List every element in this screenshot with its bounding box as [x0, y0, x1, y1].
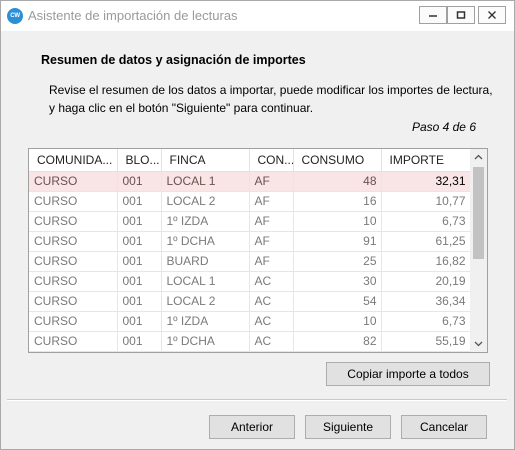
- data-table: COMUNIDA... BLO... FINCA CON... CONSUMO …: [29, 149, 471, 352]
- table-cell: LOCAL 1: [161, 271, 250, 292]
- table-cell: CURSO: [29, 211, 118, 232]
- table-row[interactable]: CURSO 001 LOCAL 2 AF 16 10,77: [29, 191, 471, 212]
- table-row[interactable]: CURSO 001 1º IZDA AC 10 6,73: [29, 311, 471, 332]
- maximize-icon: [456, 11, 466, 19]
- table-cell: AF: [249, 211, 294, 232]
- table-cell[interactable]: 55,19: [381, 331, 471, 352]
- table-cell: 10: [293, 211, 382, 232]
- table-cell: CURSO: [29, 191, 118, 212]
- column-header[interactable]: BLO...: [117, 149, 162, 172]
- table-cell: 1º IZDA: [161, 211, 250, 232]
- table-cell[interactable]: 36,34: [381, 291, 471, 312]
- table-cell: BUARD: [161, 251, 250, 272]
- scrollbar-thumb[interactable]: [473, 167, 484, 259]
- step-indicator: Paso 4 de 6: [411, 120, 476, 134]
- window-title: Asistente de importación de lecturas: [28, 8, 238, 23]
- table-cell: LOCAL 1: [161, 171, 250, 192]
- table-cell: 001: [117, 171, 162, 192]
- previous-button[interactable]: Anterior: [209, 415, 295, 439]
- table-cell: 001: [117, 191, 162, 212]
- table-cell: CURSO: [29, 231, 118, 252]
- table-cell[interactable]: 6,73: [381, 311, 471, 332]
- table-cell: 82: [293, 331, 382, 352]
- table-cell[interactable]: 61,25: [381, 231, 471, 252]
- table-cell: 54: [293, 291, 382, 312]
- minimize-icon: [429, 15, 437, 17]
- table-cell: CURSO: [29, 291, 118, 312]
- table-cell: LOCAL 2: [161, 291, 250, 312]
- table-cell: AF: [249, 191, 294, 212]
- next-button[interactable]: Siguiente: [305, 415, 391, 439]
- table-cell: AC: [249, 311, 294, 332]
- table-cell: 1º DCHA: [161, 231, 250, 252]
- table-cell: AC: [249, 271, 294, 292]
- table-cell: AC: [249, 291, 294, 312]
- table-cell[interactable]: 6,73: [381, 211, 471, 232]
- table-cell: 48: [293, 171, 382, 192]
- data-grid[interactable]: COMUNIDA... BLO... FINCA CON... CONSUMO …: [28, 148, 488, 353]
- table-row[interactable]: CURSO 001 LOCAL 1 AC 30 20,19: [29, 271, 471, 292]
- column-header[interactable]: IMPORTE: [381, 149, 471, 172]
- divider-highlight: [7, 400, 507, 401]
- close-button[interactable]: [478, 6, 506, 24]
- table-cell: 91: [293, 231, 382, 252]
- table-cell: 10: [293, 311, 382, 332]
- scroll-up-icon[interactable]: [474, 154, 483, 160]
- table-cell: 001: [117, 311, 162, 332]
- table-cell: 001: [117, 211, 162, 232]
- table-cell: CURSO: [29, 311, 118, 332]
- table-cell: AF: [249, 231, 294, 252]
- app-logo-icon: CW: [7, 8, 23, 24]
- table-row[interactable]: CURSO 001 LOCAL 2 AC 54 36,34: [29, 291, 471, 312]
- column-header[interactable]: CONSUMO: [293, 149, 382, 172]
- table-row[interactable]: CURSO 001 1º IZDA AF 10 6,73: [29, 211, 471, 232]
- close-icon: [488, 11, 496, 19]
- column-header[interactable]: COMUNIDA...: [29, 149, 118, 172]
- table-cell: CURSO: [29, 171, 118, 192]
- copy-amount-to-all-button[interactable]: Copiar importe a todos: [326, 362, 490, 386]
- column-header[interactable]: CON...: [249, 149, 294, 172]
- table-row[interactable]: CURSO 001 BUARD AF 25 16,82: [29, 251, 471, 272]
- table-row[interactable]: CURSO 001 1º DCHA AC 82 55,19: [29, 331, 471, 352]
- vertical-scrollbar[interactable]: [470, 149, 487, 352]
- column-header[interactable]: FINCA: [161, 149, 250, 172]
- table-cell: 001: [117, 271, 162, 292]
- table-cell: 16: [293, 191, 382, 212]
- table-cell: 25: [293, 251, 382, 272]
- table-row[interactable]: CURSO 001 LOCAL 1 AF 48 32,31: [29, 171, 471, 192]
- table-cell: CURSO: [29, 331, 118, 352]
- table-cell: AC: [249, 331, 294, 352]
- page-heading: Resumen de datos y asignación de importe…: [41, 53, 306, 67]
- table-cell: 001: [117, 251, 162, 272]
- cancel-button[interactable]: Cancelar: [401, 415, 487, 439]
- instructions-text: Revise el resumen de los datos a importa…: [49, 83, 493, 115]
- table-cell[interactable]: 32,31: [381, 171, 471, 192]
- table-cell: 1º DCHA: [161, 331, 250, 352]
- table-cell: 001: [117, 331, 162, 352]
- table-cell: 001: [117, 231, 162, 252]
- table-header-row: COMUNIDA... BLO... FINCA CON... CONSUMO …: [29, 149, 471, 172]
- table-cell[interactable]: 20,19: [381, 271, 471, 292]
- table-cell[interactable]: 16,82: [381, 251, 471, 272]
- table-row[interactable]: CURSO 001 1º DCHA AF 91 61,25: [29, 231, 471, 252]
- minimize-button[interactable]: [419, 6, 447, 24]
- table-cell: 001: [117, 291, 162, 312]
- table-cell: CURSO: [29, 271, 118, 292]
- table-cell: AF: [249, 251, 294, 272]
- table-cell: 30: [293, 271, 382, 292]
- table-cell: AF: [249, 171, 294, 192]
- table-cell: 1º IZDA: [161, 311, 250, 332]
- maximize-button[interactable]: [447, 6, 475, 24]
- table-cell[interactable]: 10,77: [381, 191, 471, 212]
- table-cell: CURSO: [29, 251, 118, 272]
- title-bar[interactable]: CW Asistente de importación de lecturas: [1, 1, 514, 31]
- table-cell: LOCAL 2: [161, 191, 250, 212]
- scroll-down-icon[interactable]: [474, 341, 483, 347]
- wizard-window: CW Asistente de importación de lecturas …: [0, 0, 515, 450]
